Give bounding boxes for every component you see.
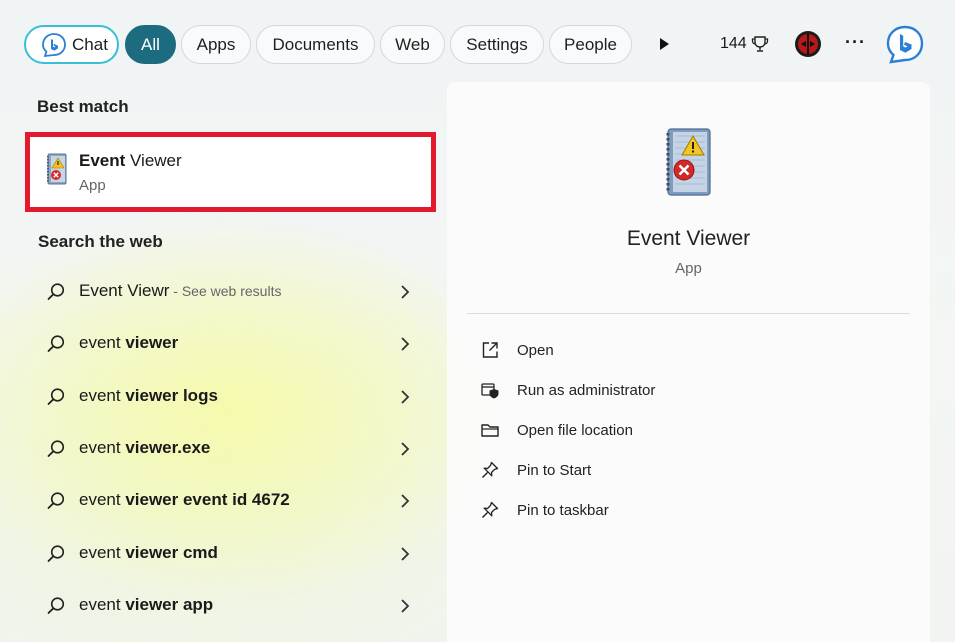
search-icon	[47, 440, 65, 457]
query-plain: event	[79, 595, 126, 614]
bing-icon[interactable]	[885, 24, 925, 64]
web-search-row[interactable]: event viewer app	[30, 582, 430, 630]
chevron-right-icon	[401, 599, 410, 613]
chat-button[interactable]: Chat	[24, 25, 119, 64]
best-match-name: Event Viewer	[79, 151, 182, 171]
web-search-query: event viewer event id 4672	[79, 490, 290, 510]
web-search-query: event viewer logs	[79, 386, 218, 406]
web-search-query: event viewer app	[79, 595, 213, 615]
search-icon	[47, 597, 65, 614]
trophy-icon	[751, 36, 768, 52]
query-plain: event	[79, 438, 126, 457]
search-icon	[47, 335, 65, 352]
preview-title: Event Viewer	[626, 227, 751, 250]
query-plain: event	[79, 543, 126, 562]
web-search-row[interactable]: event viewer.exe	[30, 425, 430, 473]
web-search-query: event viewer cmd	[79, 543, 218, 563]
web-search-row[interactable]: event viewer	[30, 320, 430, 368]
rewards-points-value: 144	[720, 35, 747, 52]
shield-icon	[481, 383, 499, 399]
preview-divider	[467, 313, 910, 314]
action-label: Open file location	[517, 421, 633, 439]
search-icon	[47, 283, 65, 300]
query-bold: viewer app	[125, 595, 214, 614]
search-icon	[47, 545, 65, 562]
web-search-query: event viewer.exe	[79, 438, 210, 458]
query-bold: viewer.exe	[125, 438, 211, 457]
filter-web[interactable]: Web	[380, 25, 445, 64]
web-search-row[interactable]: event viewer logs	[30, 373, 430, 421]
action-pin-to-start[interactable]: Pin to Start	[480, 455, 900, 485]
search-icon	[47, 492, 65, 509]
action-label: Run as administrator	[517, 381, 656, 399]
chat-label: Chat	[72, 34, 108, 54]
query-plain: event	[79, 490, 126, 509]
best-match-heading: Best match	[37, 97, 129, 116]
preview-panel: Event Viewer App Open Run as administrato…	[447, 82, 930, 642]
web-search-row[interactable]: event viewer cmd	[30, 530, 430, 578]
pin-icon	[482, 501, 499, 518]
action-run-as-administrator[interactable]: Run as administrator	[480, 375, 900, 405]
more-filters-play-icon[interactable]	[657, 37, 671, 51]
chevron-right-icon	[401, 390, 410, 404]
chevron-right-icon	[401, 494, 410, 508]
query-plain: event	[79, 333, 126, 352]
search-icon	[47, 388, 65, 405]
filter-settings[interactable]: Settings	[450, 25, 544, 64]
action-open-file-location[interactable]: Open file location	[480, 415, 900, 445]
best-match-name-rest: Viewer	[125, 151, 182, 170]
web-search-query: event viewer	[79, 333, 178, 353]
filter-documents[interactable]: Documents	[256, 25, 375, 64]
chevron-right-icon	[401, 285, 410, 299]
event-viewer-large-icon	[666, 128, 711, 196]
folder-icon	[481, 424, 499, 437]
search-the-web-heading: Search the web	[38, 232, 163, 251]
open-external-icon	[482, 342, 498, 358]
search-filter-bar: Chat All Apps Documents Web Settings Peo…	[0, 0, 955, 88]
filter-all[interactable]: All	[125, 25, 176, 64]
query-plain: event	[79, 386, 126, 405]
query-bold: viewer logs	[125, 386, 218, 405]
query-bold: viewer cmd	[125, 543, 218, 562]
query-plain: Event Viewr	[79, 281, 170, 300]
action-label: Pin to taskbar	[517, 501, 609, 519]
pin-icon	[482, 461, 499, 478]
action-label: Open	[517, 341, 554, 359]
action-pin-to-taskbar[interactable]: Pin to taskbar	[480, 495, 900, 525]
web-search-row[interactable]: Event Viewr - See web results	[30, 268, 430, 316]
best-match-name-bold: Event	[79, 151, 126, 170]
rewards-points[interactable]: 144	[720, 35, 769, 53]
avatar-emblem-icon	[798, 34, 818, 54]
query-bold: viewer event id 4672	[125, 490, 290, 509]
web-search-query: Event Viewr - See web results	[79, 281, 281, 301]
web-search-row[interactable]: event viewer event id 4672	[30, 477, 430, 525]
action-label: Pin to Start	[517, 461, 592, 479]
more-options-icon[interactable]: ···	[845, 32, 866, 53]
filter-apps[interactable]: Apps	[181, 25, 251, 64]
best-match-event-viewer[interactable]: Event Viewer App	[25, 132, 436, 212]
query-bold: viewer	[125, 333, 179, 352]
event-viewer-app-icon	[47, 153, 67, 185]
chevron-right-icon	[401, 442, 410, 456]
best-match-type: App	[79, 177, 106, 194]
chevron-right-icon	[401, 547, 410, 561]
filter-people[interactable]: People	[549, 25, 632, 64]
query-suffix: - See web results	[169, 283, 282, 299]
user-avatar[interactable]	[795, 31, 821, 57]
bing-chat-icon	[42, 32, 66, 57]
action-open[interactable]: Open	[480, 335, 900, 365]
preview-type: App	[675, 260, 702, 277]
chevron-right-icon	[401, 337, 410, 351]
